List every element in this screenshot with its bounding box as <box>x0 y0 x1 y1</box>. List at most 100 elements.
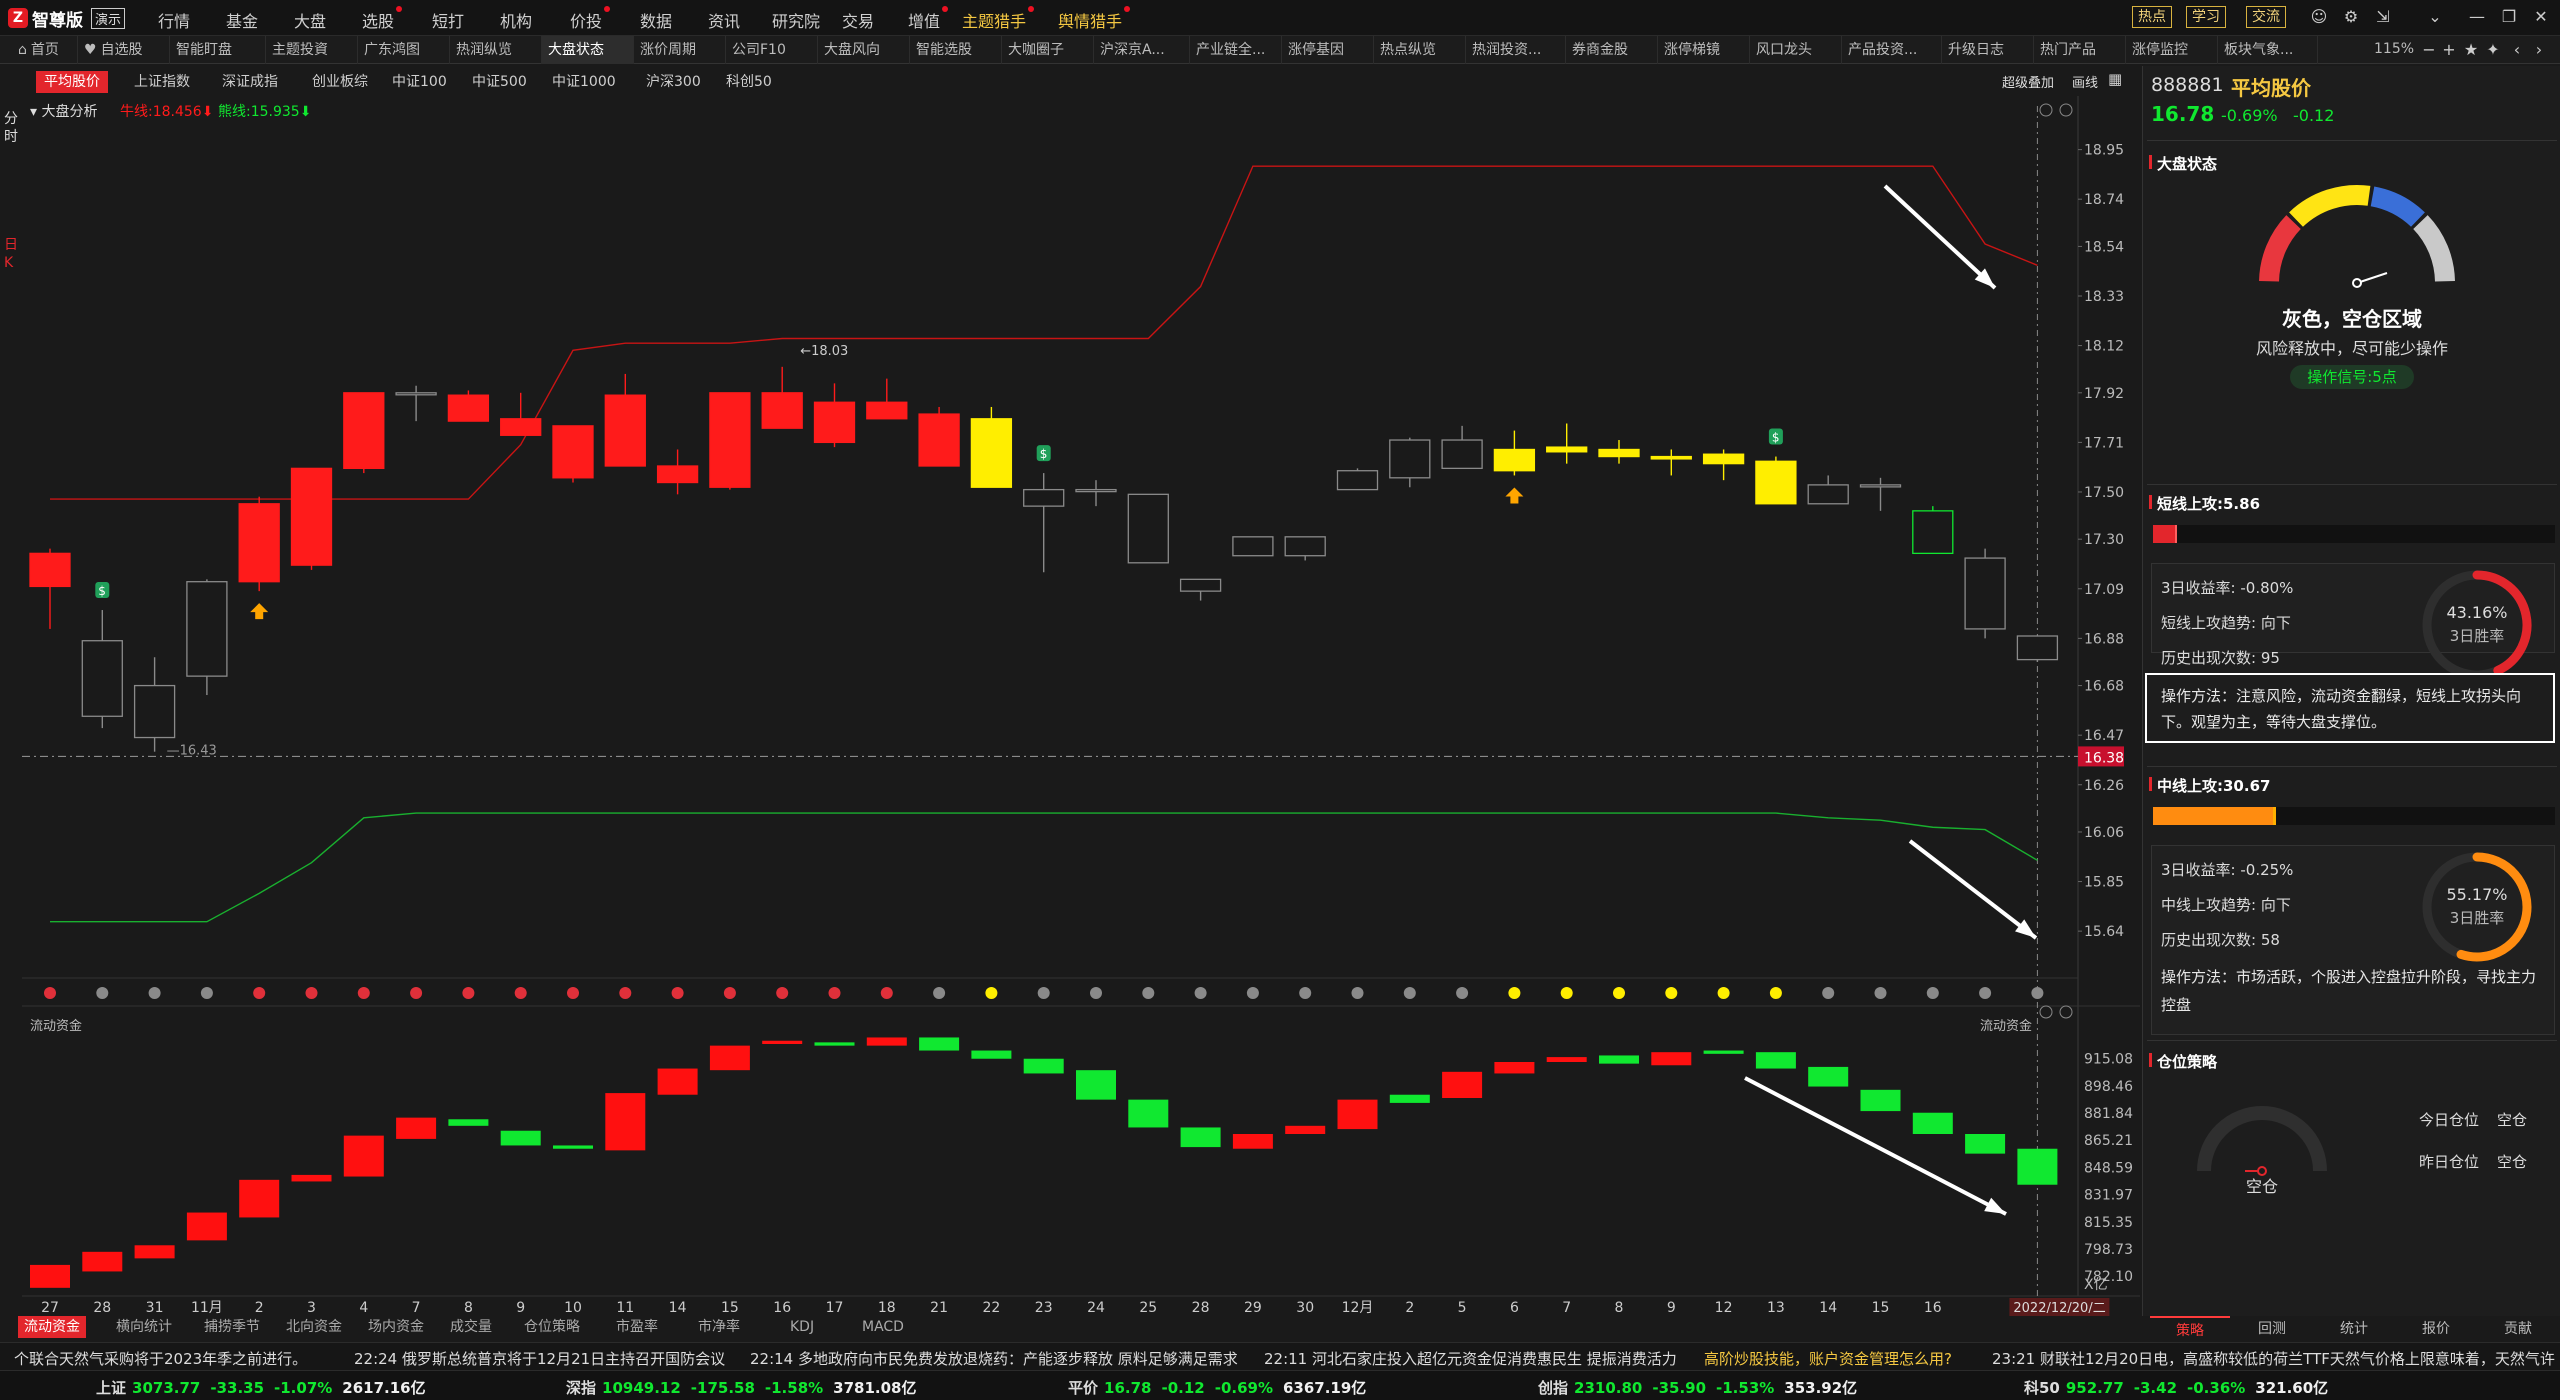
flow-bar[interactable] <box>605 1093 646 1151</box>
index-4[interactable]: 科50 952.77 -3.42 -0.36% 321.60亿 <box>2024 1377 2328 1398</box>
candle[interactable] <box>656 465 699 484</box>
index-tab-4[interactable]: 中证100 <box>384 71 455 93</box>
tab-19[interactable]: 风口龙头 <box>1750 36 1842 64</box>
app-logo[interactable]: Z 智尊版 演示 <box>8 6 126 31</box>
candle[interactable] <box>552 425 594 479</box>
candle[interactable] <box>238 503 280 583</box>
flow-bar[interactable] <box>2017 1148 2058 1185</box>
index-tab-8[interactable]: 科创50 <box>718 71 780 93</box>
candle[interactable] <box>1389 439 1431 479</box>
tab-13[interactable]: 产业链全... <box>1190 36 1282 64</box>
flow-bar[interactable] <box>1755 1052 1796 1069</box>
indicator-tab-8[interactable]: 市净率 <box>692 1316 746 1338</box>
flow-bar[interactable] <box>1494 1062 1535 1074</box>
index-1[interactable]: 深指 10949.12 -175.58 -1.58% 3781.08亿 <box>566 1377 916 1398</box>
menu-item-10[interactable]: 交易 <box>842 8 874 32</box>
candle[interactable] <box>970 418 1013 488</box>
right-tab-2[interactable]: 统计 <box>2314 1316 2394 1342</box>
index-tab-6[interactable]: 中证1000 <box>544 71 624 93</box>
indicator-tab-10[interactable]: MACD <box>856 1316 910 1338</box>
right-tab-1[interactable]: 回测 <box>2232 1316 2312 1342</box>
pin-icon[interactable]: ✦ <box>2484 41 2502 59</box>
candle[interactable] <box>186 581 228 677</box>
candle[interactable] <box>1127 493 1169 564</box>
flow-bar[interactable] <box>239 1179 280 1218</box>
tab-2[interactable]: 智能盯盘 <box>170 36 266 64</box>
index-2[interactable]: 平价 16.78 -0.12 -0.69% 6367.19亿 <box>1068 1377 1366 1398</box>
flow-bar[interactable] <box>1965 1134 2006 1154</box>
flow-bar[interactable] <box>1023 1058 1064 1074</box>
flow-bar[interactable] <box>343 1135 384 1177</box>
candle[interactable] <box>1493 448 1536 472</box>
tab-23[interactable]: 涨停监控 <box>2126 36 2218 64</box>
chart-help-icon[interactable] <box>2059 103 2073 117</box>
index-0[interactable]: 上证 3073.77 -33.35 -1.07% 2617.16亿 <box>96 1377 426 1398</box>
tab-1[interactable]: ♥ 自选股 <box>78 36 170 64</box>
candle[interactable] <box>1598 448 1640 458</box>
tab-8[interactable]: 公司F10 <box>726 36 818 64</box>
menu-item-7[interactable]: 数据 <box>640 8 672 32</box>
menu-item-1[interactable]: 基金 <box>226 8 258 32</box>
candle[interactable] <box>1336 470 1379 491</box>
tab-11[interactable]: 大咖圈子 <box>1002 36 1094 64</box>
flow-settings-icon[interactable] <box>2039 1005 2053 1019</box>
candle[interactable] <box>1912 510 1954 555</box>
candle[interactable] <box>1441 439 1483 470</box>
tab-24[interactable]: 板块气象... <box>2218 36 2318 64</box>
indicator-tab-4[interactable]: 场内资金 <box>362 1316 430 1338</box>
index-tab-5[interactable]: 中证500 <box>464 71 535 93</box>
candle[interactable] <box>813 401 856 444</box>
next-tab-icon[interactable]: › <box>2530 41 2548 59</box>
news-item-2[interactable]: 22:14 多地政府向市民免费发放退烧药：产能逐步释放 原料足够满足需求 <box>750 1348 1238 1369</box>
flow-bar[interactable] <box>657 1068 698 1095</box>
tab-18[interactable]: 涨停梯镜 <box>1658 36 1750 64</box>
news-item-5[interactable]: 23:21 财联社12月20日电，高盛称较低的荷兰TTF天然气价格上限意味着，天… <box>1992 1348 2555 1369</box>
index-3[interactable]: 创指 2310.80 -35.90 -1.53% 353.92亿 <box>1538 1377 1857 1398</box>
minimize-icon[interactable]: — <box>2468 8 2486 26</box>
candle[interactable] <box>1859 484 1902 488</box>
candle[interactable] <box>1179 578 1222 592</box>
candle[interactable] <box>290 467 333 566</box>
flow-bar[interactable] <box>1546 1057 1587 1062</box>
news-item-4[interactable]: 高阶炒股技能，账户资金管理怎么用? <box>1704 1348 1952 1369</box>
flow-bar[interactable] <box>1651 1052 1692 1066</box>
draw-line-button[interactable]: 画线 <box>2072 72 2098 91</box>
flow-bar[interactable] <box>709 1045 750 1071</box>
candle[interactable] <box>604 394 646 467</box>
menu-item-13[interactable]: 舆情猎手 <box>1058 8 1122 32</box>
flow-bar[interactable] <box>396 1117 437 1139</box>
candle[interactable] <box>133 684 176 739</box>
flow-bar[interactable] <box>971 1050 1012 1059</box>
right-tab-3[interactable]: 报价 <box>2396 1316 2476 1342</box>
tab-9[interactable]: 大盘风向 <box>818 36 910 64</box>
tab-0[interactable]: ⌂ 首页 <box>12 36 78 64</box>
tab-6[interactable]: 大盘状态 <box>542 36 634 64</box>
flow-bar[interactable] <box>866 1037 907 1046</box>
news-item-0[interactable]: 个联合天然气采购将于2023年季之前进行。 <box>14 1348 307 1369</box>
candle[interactable] <box>500 418 542 436</box>
candle[interactable] <box>1075 488 1117 493</box>
flow-bar[interactable] <box>919 1037 960 1051</box>
zoom-level[interactable]: 115% <box>2374 41 2414 57</box>
tab-14[interactable]: 涨停基因 <box>1282 36 1374 64</box>
candle[interactable] <box>1546 446 1588 453</box>
zoom-out-icon[interactable]: − <box>2420 41 2438 59</box>
index-tab-7[interactable]: 沪深300 <box>638 71 709 93</box>
candle[interactable] <box>1964 557 2006 630</box>
prev-tab-icon[interactable]: ‹ <box>2508 41 2526 59</box>
candle[interactable] <box>1807 484 1849 505</box>
flow-bar[interactable] <box>1389 1094 1430 1103</box>
shrink-icon[interactable]: ⇲ <box>2374 8 2392 26</box>
zoom-in-icon[interactable]: + <box>2440 41 2458 59</box>
candle[interactable] <box>918 413 960 467</box>
candle[interactable] <box>29 552 71 588</box>
top-button-1[interactable]: 学习 <box>2186 6 2226 28</box>
settings-icon[interactable]: ⚙ <box>2342 8 2360 26</box>
chart-settings-icon[interactable] <box>2039 103 2053 117</box>
flow-bar[interactable] <box>1180 1127 1221 1148</box>
candle[interactable] <box>81 640 123 717</box>
flow-bar[interactable] <box>814 1042 855 1046</box>
candle[interactable] <box>1023 488 1065 507</box>
menu-item-5[interactable]: 机构 <box>500 8 532 32</box>
candle[interactable] <box>761 392 803 429</box>
